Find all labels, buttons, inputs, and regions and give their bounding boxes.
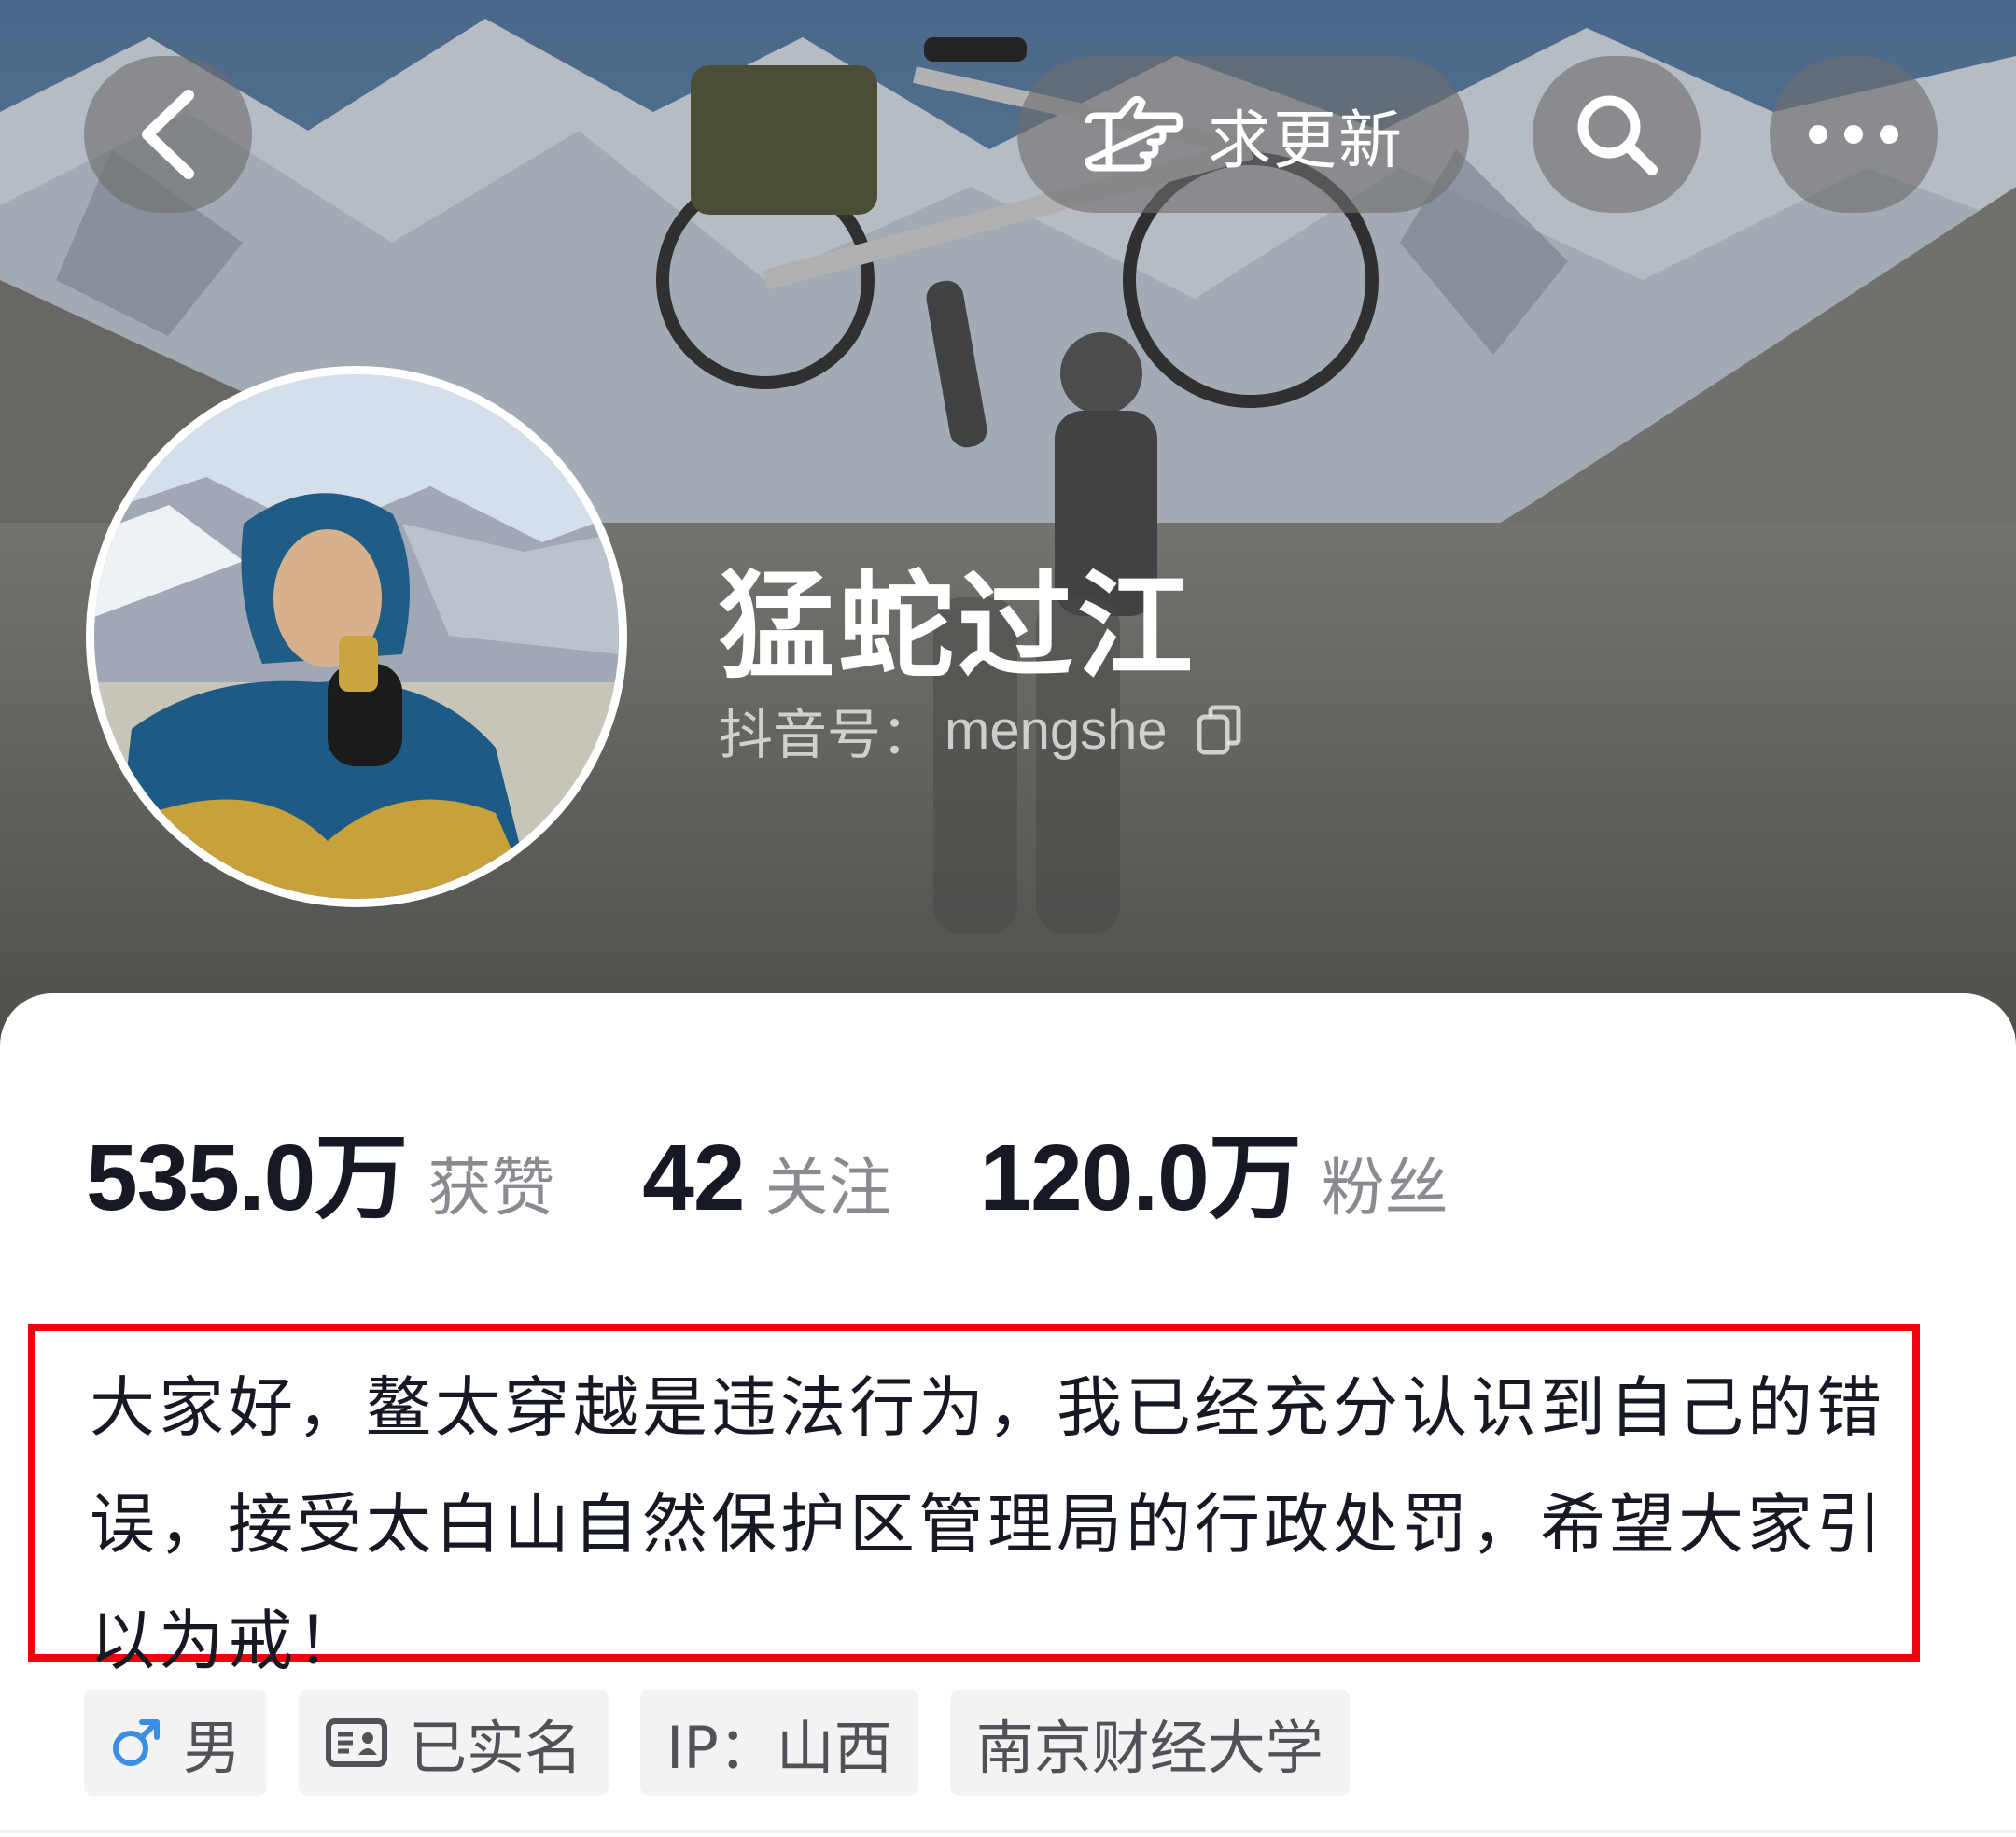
tag-school[interactable]: 南京财经大学 — [949, 1690, 1350, 1796]
douyin-id-value: mengshe — [945, 699, 1168, 761]
stat-following[interactable]: 42 关注 — [642, 1125, 891, 1232]
bio-highlight-box: 大家好，鳌太穿越是违法行为，我已经充分认识到自己的错 误，接受太白山自然保护区管… — [28, 1324, 1920, 1679]
stat-likes-label: 获赞 — [427, 1152, 555, 1226]
tag-school-label: 南京财经大学 — [975, 1714, 1323, 1782]
tag-verified: 已实名 — [299, 1690, 609, 1796]
search-icon — [1572, 90, 1661, 179]
profile-tags: 男 已实名 IP：山西 南京财经大学 — [84, 1690, 1350, 1796]
pointing-hand-icon — [1083, 95, 1183, 174]
douyin-id-row[interactable]: 抖音号： mengshe — [719, 691, 1244, 769]
id-card-icon — [325, 1718, 388, 1768]
profile-stats: 535.0万 获赞 42 关注 120.0万 粉丝 — [86, 1101, 1536, 1237]
more-dots-icon — [1807, 123, 1900, 146]
douyin-id-label: 抖音号： — [719, 703, 936, 766]
request-update-label: 求更新 — [1207, 104, 1404, 178]
more-button[interactable] — [1770, 56, 1938, 213]
bio-line: 误，接受太白山自然保护区管理局的行政处罚，希望大家引 — [90, 1486, 1885, 1563]
request-update-button[interactable]: 求更新 — [1017, 56, 1469, 213]
tag-ip-label: IP：山西 — [666, 1714, 892, 1782]
stat-followers[interactable]: 120.0万 粉丝 — [980, 1101, 1449, 1237]
profile-bio: 大家好，鳌太穿越是违法行为，我已经充分认识到自己的错 误，接受太白山自然保护区管… — [90, 1350, 1919, 1700]
divider — [0, 1830, 2016, 1833]
back-chevron-icon — [138, 90, 198, 179]
tag-gender-label: 男 — [183, 1714, 242, 1782]
back-button[interactable] — [84, 56, 252, 213]
tag-gender: 男 — [84, 1690, 268, 1796]
avatar[interactable] — [86, 366, 627, 907]
bio-line: 大家好，鳌太穿越是违法行为，我已经充分认识到自己的错 — [90, 1369, 1885, 1446]
stat-followers-label: 粉丝 — [1321, 1152, 1449, 1226]
male-icon — [110, 1717, 162, 1769]
stat-following-value: 42 — [642, 1126, 745, 1230]
copy-icon[interactable] — [1194, 702, 1244, 758]
bio-line: 以为戒！ — [90, 1603, 366, 1679]
stat-following-label: 关注 — [764, 1152, 892, 1226]
stat-likes[interactable]: 535.0万 获赞 — [86, 1101, 554, 1237]
tag-verified-label: 已实名 — [409, 1714, 583, 1782]
stat-followers-value: 120.0万 — [979, 1126, 1302, 1230]
tag-ip-location: IP：山西 — [640, 1690, 918, 1796]
stat-likes-value: 535.0万 — [86, 1126, 408, 1230]
profile-cover: 求更新 猛蛇过江 抖音号： mengshe — [0, 0, 2016, 1064]
search-button[interactable] — [1533, 56, 1701, 213]
profile-nickname: 猛蛇过江 — [719, 560, 1197, 694]
